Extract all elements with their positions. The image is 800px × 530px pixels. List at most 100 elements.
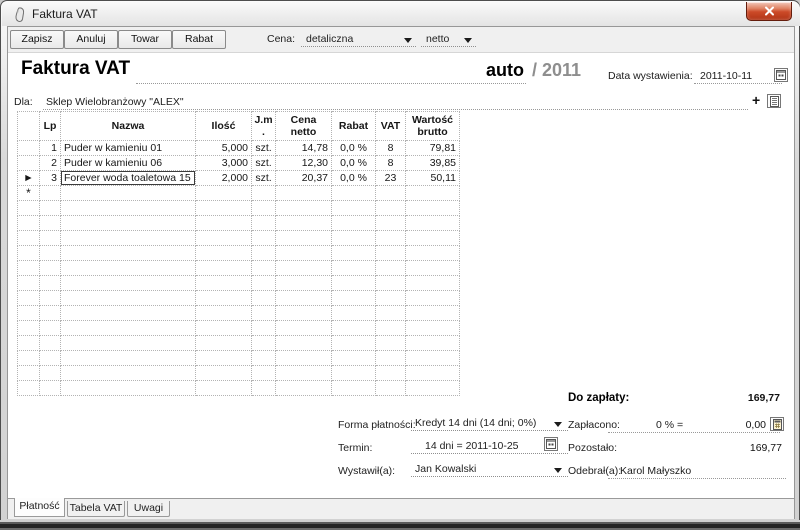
- table-row[interactable]: 1 Puder w kamieniu 01 5,000 szt. 14,78 0…: [18, 141, 460, 156]
- empty-cell[interactable]: [61, 201, 196, 216]
- empty-cell[interactable]: [376, 231, 406, 246]
- empty-cell[interactable]: [40, 291, 61, 306]
- empty-cell[interactable]: [406, 336, 460, 351]
- empty-cell[interactable]: [332, 336, 376, 351]
- col-cena[interactable]: Cena netto: [276, 112, 332, 141]
- empty-cell[interactable]: [376, 201, 406, 216]
- empty-cell[interactable]: [276, 321, 332, 336]
- empty-cell[interactable]: [196, 201, 252, 216]
- empty-cell[interactable]: [196, 336, 252, 351]
- empty-cell[interactable]: [61, 246, 196, 261]
- price-type-dropdown[interactable]: detaliczna: [301, 30, 416, 47]
- empty-cell[interactable]: [196, 216, 252, 231]
- empty-cell[interactable]: [61, 336, 196, 351]
- paid-calculator-button[interactable]: [770, 417, 784, 431]
- empty-cell[interactable]: [332, 381, 376, 396]
- cell-vat[interactable]: 23: [376, 171, 406, 186]
- empty-cell[interactable]: [18, 261, 40, 276]
- empty-cell[interactable]: [406, 216, 460, 231]
- issue-date-calendar-button[interactable]: [774, 68, 788, 82]
- cell-rabat[interactable]: 0,0 %: [332, 141, 376, 156]
- empty-cell[interactable]: [61, 291, 196, 306]
- empty-cell[interactable]: [332, 216, 376, 231]
- cancel-button[interactable]: Anuluj: [64, 30, 118, 49]
- empty-cell[interactable]: [332, 246, 376, 261]
- cell-ilosc[interactable]: 3,000: [196, 156, 252, 171]
- empty-cell[interactable]: [376, 351, 406, 366]
- cell-lp[interactable]: 2: [40, 156, 61, 171]
- empty-cell[interactable]: [252, 351, 276, 366]
- add-recipient-button[interactable]: +: [752, 92, 760, 108]
- empty-cell[interactable]: [376, 306, 406, 321]
- empty-cell[interactable]: [40, 246, 61, 261]
- empty-cell[interactable]: [196, 246, 252, 261]
- empty-cell[interactable]: [332, 291, 376, 306]
- empty-cell[interactable]: [196, 351, 252, 366]
- amount-mode-dropdown[interactable]: netto: [421, 30, 476, 47]
- empty-cell[interactable]: [406, 291, 460, 306]
- empty-cell[interactable]: [18, 336, 40, 351]
- cell-rabat[interactable]: 0,0 %: [332, 156, 376, 171]
- empty-cell[interactable]: [332, 306, 376, 321]
- empty-cell[interactable]: [376, 246, 406, 261]
- empty-cell[interactable]: [376, 321, 406, 336]
- empty-cell[interactable]: [61, 216, 196, 231]
- empty-cell[interactable]: [276, 246, 332, 261]
- empty-cell[interactable]: [196, 276, 252, 291]
- row-selector[interactable]: [18, 156, 40, 171]
- col-brutto[interactable]: Wartość brutto: [406, 112, 460, 141]
- empty-cell[interactable]: [376, 291, 406, 306]
- empty-cell[interactable]: [40, 231, 61, 246]
- empty-cell[interactable]: [61, 306, 196, 321]
- empty-cell[interactable]: [406, 321, 460, 336]
- empty-cell[interactable]: [332, 321, 376, 336]
- col-ilosc[interactable]: Ilość: [196, 112, 252, 141]
- empty-cell[interactable]: [332, 231, 376, 246]
- empty-cell[interactable]: [276, 381, 332, 396]
- invoice-number-field[interactable]: auto: [466, 60, 524, 81]
- table-row[interactable]: 2 Puder w kamieniu 06 3,000 szt. 12,30 0…: [18, 156, 460, 171]
- col-rabat[interactable]: Rabat: [332, 112, 376, 141]
- empty-cell[interactable]: [18, 366, 40, 381]
- cell-lp[interactable]: 1: [40, 141, 61, 156]
- empty-cell[interactable]: [61, 351, 196, 366]
- col-jm[interactable]: J.m .: [252, 112, 276, 141]
- empty-cell[interactable]: [252, 306, 276, 321]
- empty-cell[interactable]: [276, 366, 332, 381]
- recipient-name-field[interactable]: Sklep Wielobranżowy "ALEX": [46, 96, 184, 108]
- empty-cell[interactable]: [40, 381, 61, 396]
- cell-vat[interactable]: 8: [376, 156, 406, 171]
- empty-cell[interactable]: [332, 366, 376, 381]
- empty-cell[interactable]: [18, 291, 40, 306]
- cell-ilosc[interactable]: 5,000: [196, 141, 252, 156]
- empty-cell[interactable]: [406, 351, 460, 366]
- cell-cena[interactable]: 20,37: [276, 171, 332, 186]
- issuer-dropdown[interactable]: Jan Kowalski: [411, 461, 568, 477]
- empty-cell[interactable]: [252, 216, 276, 231]
- empty-cell[interactable]: [252, 336, 276, 351]
- cell-jm[interactable]: szt.: [252, 156, 276, 171]
- empty-cell[interactable]: [376, 366, 406, 381]
- empty-cell[interactable]: [61, 276, 196, 291]
- empty-cell[interactable]: [332, 201, 376, 216]
- empty-cell[interactable]: [18, 246, 40, 261]
- empty-cell[interactable]: [196, 291, 252, 306]
- empty-cell[interactable]: [196, 366, 252, 381]
- empty-cell[interactable]: [252, 291, 276, 306]
- cell-ilosc[interactable]: 2,000: [196, 171, 252, 186]
- empty-cell[interactable]: [276, 336, 332, 351]
- cell-brutto[interactable]: 50,11: [406, 171, 460, 186]
- empty-cell[interactable]: [40, 261, 61, 276]
- empty-cell[interactable]: [18, 306, 40, 321]
- cell-rabat[interactable]: 0,0 %: [332, 171, 376, 186]
- empty-cell[interactable]: [196, 231, 252, 246]
- empty-cell[interactable]: [40, 276, 61, 291]
- cell-cena[interactable]: 12,30: [276, 156, 332, 171]
- cell-cena[interactable]: [276, 186, 332, 201]
- cell-lp[interactable]: [40, 186, 61, 201]
- empty-cell[interactable]: [252, 321, 276, 336]
- empty-cell[interactable]: [61, 261, 196, 276]
- cell-nazwa[interactable]: Puder w kamieniu 01: [61, 141, 196, 156]
- empty-cell[interactable]: [276, 216, 332, 231]
- cell-cena[interactable]: 14,78: [276, 141, 332, 156]
